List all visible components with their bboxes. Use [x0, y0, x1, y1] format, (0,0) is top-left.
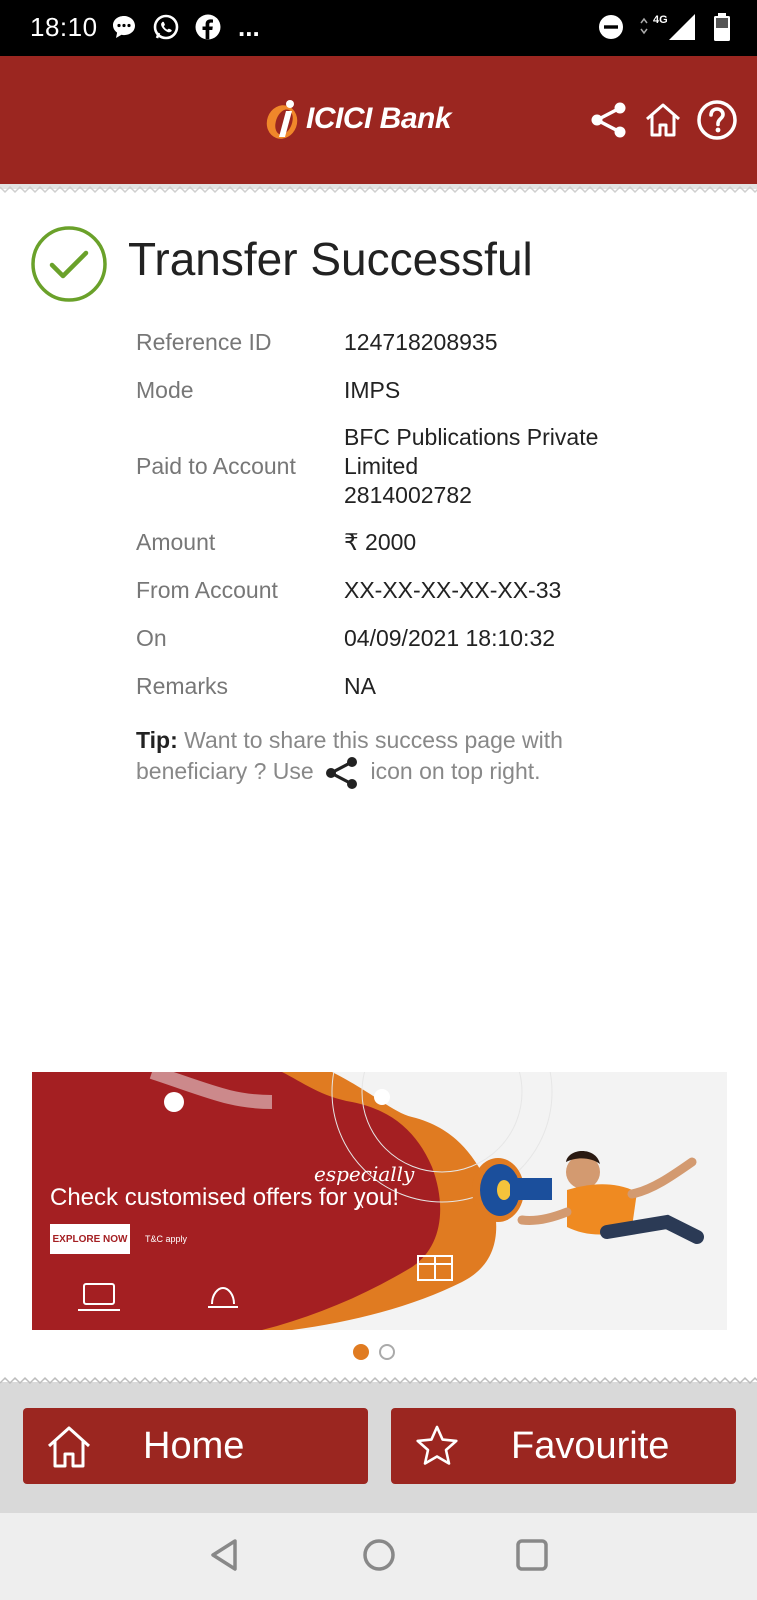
detail-row-amount: Amount ₹ 2000: [136, 518, 716, 566]
header-actions: [587, 98, 739, 142]
detail-row-paid-to: Paid to Account BFC Publications Private…: [136, 414, 716, 518]
top-zigzag-divider: [0, 184, 757, 194]
paid-to-account: 2814002782: [344, 481, 472, 508]
banner-highlight: especially: [314, 1162, 415, 1186]
share-button[interactable]: [587, 98, 631, 142]
whatsapp-icon: [153, 14, 179, 40]
offers-banner[interactable]: especially Check customised offers for y…: [32, 1072, 727, 1330]
icici-logo: ICICI Bank: [264, 96, 452, 142]
reference-value: 124718208935: [344, 328, 498, 355]
system-nav-bar: [0, 1513, 757, 1600]
reference-label: Reference ID: [136, 328, 272, 355]
detail-row-on: On 04/09/2021 18:10:32: [136, 614, 716, 662]
home-icon: [646, 103, 680, 137]
status-right: 4G: [597, 12, 731, 42]
detail-row-remarks: Remarks NA: [136, 662, 716, 710]
star-icon: [416, 1425, 458, 1465]
network-type: 4G: [653, 14, 668, 26]
home-button[interactable]: Home: [23, 1408, 368, 1484]
home-header-button[interactable]: [641, 98, 685, 142]
explore-now-button[interactable]: EXPLORE NOW: [50, 1224, 130, 1254]
recents-home-icon[interactable]: [357, 1533, 401, 1577]
dnd-icon: [599, 15, 623, 39]
transfer-details: Reference ID 124718208935 Mode IMPS Paid…: [136, 318, 716, 710]
amount-label: Amount: [136, 528, 216, 555]
detail-row-reference: Reference ID 124718208935: [136, 318, 716, 366]
bottom-action-bar: Home Favourite: [0, 1385, 757, 1513]
mode-label: Mode: [136, 376, 194, 403]
tip-text-after: icon on top right.: [370, 758, 541, 785]
share-icon: [326, 757, 358, 789]
on-label: On: [136, 624, 167, 651]
banner-headline: Check customised offers for you!: [50, 1184, 400, 1211]
from-account-label: From Account: [136, 576, 278, 603]
help-icon: [697, 100, 737, 140]
carousel-dot-1[interactable]: [353, 1344, 369, 1360]
paid-to-label: Paid to Account: [136, 452, 296, 479]
overview-icon[interactable]: [510, 1533, 554, 1577]
tip-text: Tip: Want to share this success page wit…: [136, 726, 636, 791]
banner-caret: ^: [356, 1200, 364, 1217]
facebook-icon: [195, 14, 221, 40]
status-time: 18:10: [30, 12, 98, 42]
tip-prefix: Tip:: [136, 727, 178, 753]
home-label: Home: [143, 1424, 245, 1467]
detail-row-mode: Mode IMPS: [136, 366, 716, 414]
help-button[interactable]: [695, 98, 739, 142]
notification-icons: ...: [110, 13, 260, 41]
home-icon: [47, 1426, 91, 1468]
remarks-value: NA: [344, 672, 376, 699]
paid-to-value: BFC Publications Private Limited 2814002…: [344, 423, 716, 510]
favourite-label: Favourite: [511, 1424, 670, 1467]
signal-icon: 4G: [640, 14, 695, 40]
on-value: 04/09/2021 18:10:32: [344, 624, 556, 651]
carousel-dot-2[interactable]: [379, 1344, 395, 1360]
success-check-icon: [31, 226, 107, 302]
message-icon: [113, 16, 135, 38]
page-title: Transfer Successful: [128, 233, 533, 285]
terms-text: T&C apply: [145, 1234, 188, 1244]
app-header: ICICI Bank: [0, 56, 757, 184]
logo-text: ICICI Bank: [306, 102, 452, 135]
status-bar: 18:10 ... 4G: [0, 0, 757, 56]
battery-icon: [714, 13, 730, 41]
paid-to-name: BFC Publications Private Limited: [344, 423, 599, 479]
carousel-dots: [353, 1344, 395, 1360]
icici-logo-icon: [266, 100, 298, 139]
from-account-value: XX-XX-XX-XX-XX-33: [344, 576, 562, 603]
remarks-label: Remarks: [136, 672, 229, 699]
back-icon[interactable]: [203, 1533, 247, 1577]
detail-row-from: From Account XX-XX-XX-XX-XX-33: [136, 566, 716, 614]
more-notifications: ...: [238, 12, 260, 42]
share-icon: [591, 102, 626, 138]
favourite-button[interactable]: Favourite: [391, 1408, 736, 1484]
mode-value: IMPS: [344, 376, 401, 403]
amount-value: ₹ 2000: [344, 528, 417, 555]
